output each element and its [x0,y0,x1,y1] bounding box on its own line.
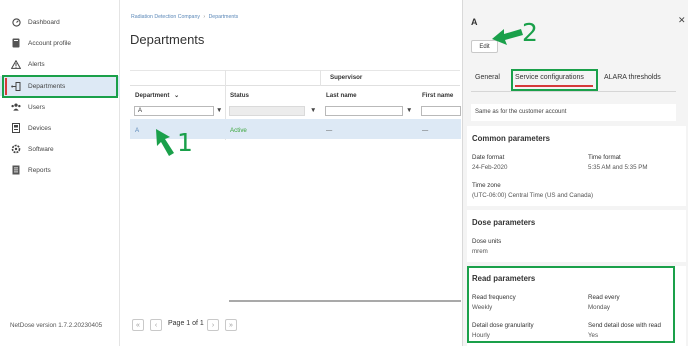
column-header-status[interactable]: Status [230,92,249,99]
field-label: Dose units [472,238,502,245]
highlight-box-read-parameters [467,266,675,343]
field-label: Time zone [472,182,501,189]
panel-title: A [471,17,478,27]
last-name-filter-input[interactable] [325,106,403,116]
common-parameters-card: Common parameters Date format 24-Feb-202… [467,126,686,206]
previous-page-icon[interactable]: ‹ [150,319,162,331]
info-message: Same as for the customer account [471,104,676,121]
sidebar: Dashboard Account profile Alerts Departm… [0,0,120,346]
department-cell[interactable]: A [135,127,139,134]
sort-down-icon[interactable]: ⌄ [174,92,179,99]
annotation-number-1: 1 [177,128,193,157]
close-icon[interactable]: ✕ [678,15,686,26]
table-group-header [130,70,460,86]
sidebar-item-reports[interactable]: Reports [0,160,120,180]
annotation-arrow-icon [156,129,174,156]
sidebar-item-label: Dashboard [28,18,60,26]
reports-icon [11,165,21,175]
last-page-icon[interactable]: » [225,319,237,331]
account-profile-icon [11,38,21,48]
sidebar-item-label: Account profile [28,39,71,47]
tab-alara-thresholds[interactable]: ALARA thresholds [604,74,661,81]
field-value: 24-Feb-2020 [472,164,508,171]
sidebar-item-users[interactable]: Users [0,97,120,117]
department-filter-input[interactable]: A [134,106,214,116]
page-title: Departments [130,32,205,47]
tabs-divider [471,91,676,92]
users-icon [11,102,21,112]
sidebar-item-label: Software [28,145,54,153]
annotation-arrow-icon [492,29,523,45]
page-indicator: Page 1 of 1 [168,320,204,327]
annotation-number-2: 2 [522,18,538,47]
column-divider [320,70,321,86]
column-header-first-name[interactable]: First name [422,92,453,99]
filter-icon[interactable]: ▼ [216,107,222,114]
status-cell: Active [230,127,247,134]
column-header-last-name[interactable]: Last name [326,92,357,99]
field-value: 5:35 AM and 5:35 PM [588,164,648,171]
software-icon [11,144,21,154]
filter-icon[interactable]: ▼ [406,107,412,114]
sidebar-item-label: Users [28,103,45,111]
sidebar-item-account-profile[interactable]: Account profile [0,33,120,53]
column-header-label: Department [135,92,170,99]
tab-general[interactable]: General [475,74,500,81]
highlight-box-departments [2,75,118,98]
first-page-icon[interactable]: « [132,319,144,331]
horizontal-scrollbar[interactable] [229,300,461,302]
supervisor-group-header: Supervisor [330,74,363,81]
dose-parameters-card: Dose parameters Dose units mrem [467,210,686,262]
filter-icon[interactable]: ▼ [310,107,316,114]
breadcrumb-link[interactable]: Radiation Detection Company [131,14,200,20]
next-page-icon[interactable]: › [207,319,219,331]
sidebar-item-alerts[interactable]: Alerts [0,54,120,74]
section-title: Dose parameters [472,218,536,227]
alert-icon [11,59,21,69]
breadcrumb-current: Departments [208,14,239,20]
devices-icon [11,123,21,133]
last-name-cell: — [326,127,333,134]
first-name-filter-input[interactable] [421,106,461,116]
breadcrumb: Radiation Detection Company › Department… [131,14,238,20]
sidebar-item-software[interactable]: Software [0,139,120,159]
column-header-department[interactable]: Department ⌄ [135,92,179,99]
sidebar-item-label: Devices [28,124,52,132]
version-text: NetDose version 1.7.2.20230405 [10,322,103,329]
first-name-cell: — [422,127,429,134]
section-title: Common parameters [472,134,550,143]
sidebar-item-label: Alerts [28,60,45,68]
sidebar-item-label: Reports [28,166,51,174]
sidebar-item-devices[interactable]: Devices [0,118,120,138]
field-value: (UTC-06:00) Central Time (US and Canada) [472,192,594,199]
highlight-box-tab [511,69,598,91]
field-label: Time format [588,154,621,161]
field-label: Date format [472,154,505,161]
breadcrumb-separator: › [203,14,206,20]
sidebar-item-dashboard[interactable]: Dashboard [0,12,120,32]
main-content: Radiation Detection Company › Department… [121,0,461,346]
field-value: mrem [472,248,488,255]
dashboard-icon [11,17,21,27]
status-filter-input [229,106,305,116]
